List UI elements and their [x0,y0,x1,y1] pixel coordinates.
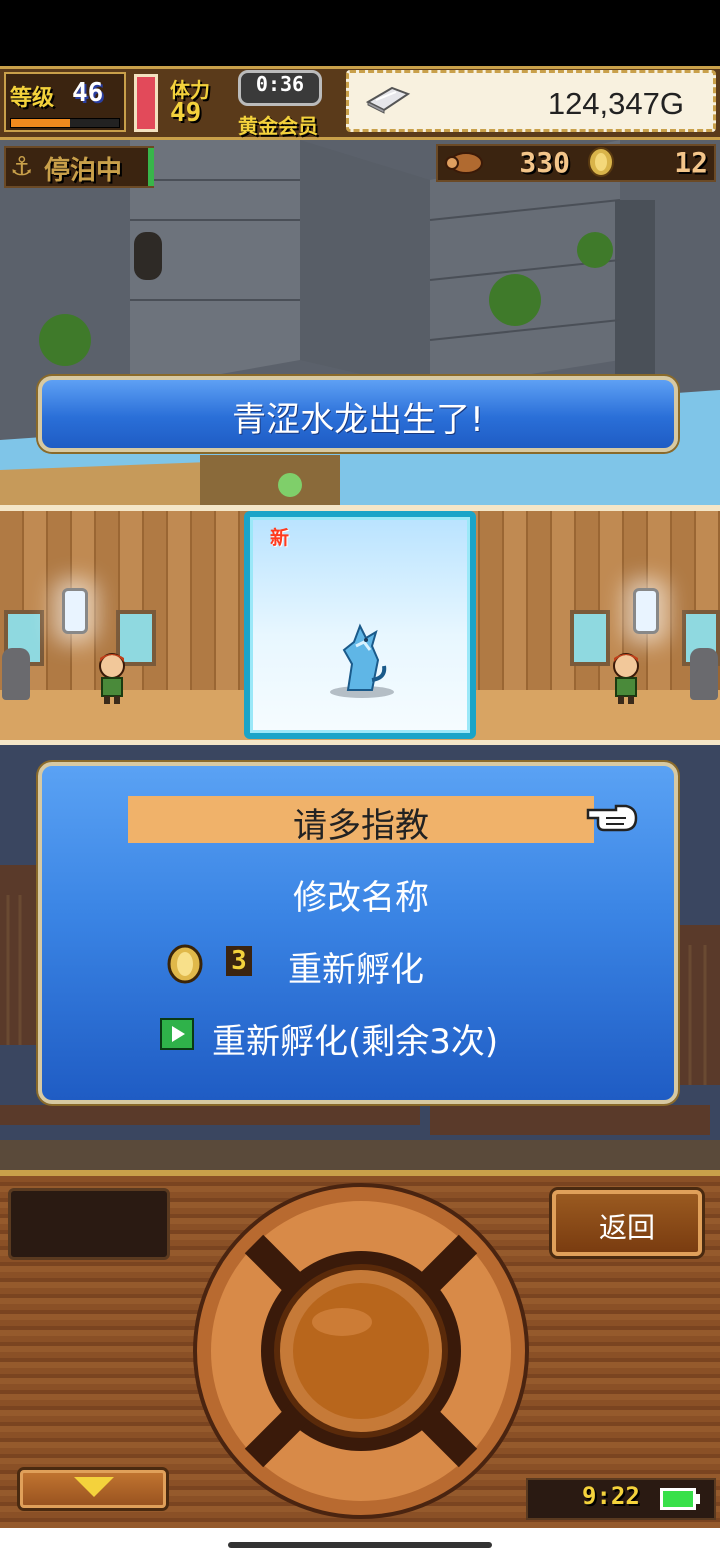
clock-text: 9:22 [582,1482,640,1510]
vitality-gauge [134,74,158,132]
info-slot [8,1188,170,1260]
hand-pointer-icon [586,804,638,832]
timer-text: 0:36 [255,72,305,96]
coin-icon [167,944,203,984]
dock-status-text: 停泊中 [44,156,123,186]
crew-member [613,653,639,704]
silver-bar-icon [365,86,411,114]
anchor-icon: ⚓ [10,152,34,182]
barrel [690,648,718,700]
play-icon [160,1018,194,1050]
system-status-bar [0,0,720,66]
resource-coin-value: 12 [674,146,708,179]
new-tag: 新 [270,527,290,549]
level-value: 46 [72,78,104,108]
menu-option-rename[interactable]: 修改名称 [128,870,594,919]
directional-pad[interactable] [192,1182,530,1520]
announcement-text: 青涩水龙出生了! [232,400,484,440]
grain-sack-icon [445,152,483,174]
wall-lamp [633,588,659,634]
gold-member-label[interactable]: 黄金会员 [238,110,318,139]
water-dragon-sprite [330,623,394,698]
battery-tip [696,1494,700,1504]
menu-option-greet[interactable]: 请多指教 [128,798,594,847]
money-value: 124,347G [547,86,684,121]
stamina-value: 49 [170,98,202,128]
barrel [2,648,30,700]
level-label: 等级 [10,86,55,111]
home-indicator[interactable] [228,1542,492,1548]
coin-icon [588,147,614,177]
down-arrow-icon [74,1477,114,1497]
dock-status-indicator [148,148,154,186]
menu-option-rehatch-video[interactable]: 重新孵化(剩余3次) [212,1014,498,1063]
level-progress-fill [11,119,70,127]
wall-lamp [62,588,88,634]
battery-icon [660,1488,696,1510]
back-button-label: 返回 [598,1211,655,1244]
rehatch-coin-cost: 3 [226,946,252,976]
crew-member [99,653,125,704]
resource-grain-value: 330 [519,146,570,179]
menu-option-rehatch-coin[interactable]: 重新孵化 [288,942,424,991]
